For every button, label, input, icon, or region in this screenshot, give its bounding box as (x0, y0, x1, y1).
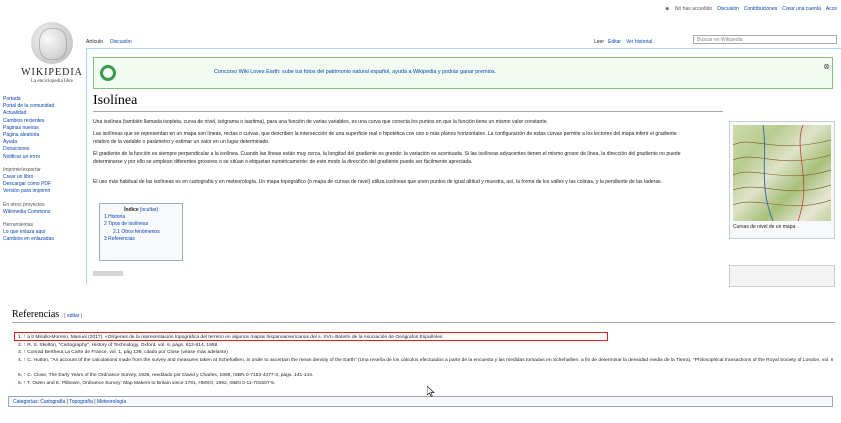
tab-discusion[interactable]: Discusión (110, 39, 132, 45)
image-caption: Curvas de nivel de un mapa (733, 224, 796, 230)
sidebar-heading-print[interactable]: Imprimir/exportar (3, 167, 83, 174)
reference-list: 1. ↑ a b Mirallo-Moreno, Manuel (2017). … (18, 334, 833, 387)
tab-leer[interactable]: Leer (594, 39, 604, 45)
sidebar-item-ayuda[interactable]: Ayuda (3, 139, 83, 146)
reference-item-continued (18, 364, 833, 372)
sidebar: Portada Portal de la comunidad Actualida… (3, 96, 83, 244)
references-heading: Referencias[ editar ] (12, 309, 83, 320)
mouse-cursor-icon (427, 386, 435, 397)
categories-bar: Categorías: Cartografía | Topografía | M… (8, 396, 833, 407)
page-title: Isolínea (93, 93, 138, 108)
paragraph-1: Una isolínea (también llamada isopleta, … (93, 119, 549, 125)
references-divider (12, 322, 835, 323)
site-notice: Concurso Wiki Loves Earth: sube tus foto… (93, 57, 833, 89)
sidebar-item-enlaza[interactable]: Lo que enlaza aquí (3, 229, 83, 236)
toc-toggle[interactable]: [ocultar] (140, 207, 158, 213)
logo-tagline: La enciclopedia libre (30, 79, 74, 84)
search-input[interactable]: Buscar en Wikipedia (693, 35, 837, 44)
sidebar-heading-tools[interactable]: Herramientas (3, 222, 83, 229)
puzzle-globe-icon (31, 22, 73, 64)
highlight-box (14, 332, 608, 341)
create-account-link[interactable]: Crear una cuenta (782, 6, 821, 12)
tab-historial[interactable]: Ver historial (626, 39, 652, 45)
edit-section-link[interactable]: [ editar ] (64, 313, 82, 319)
sidebar-heading-other[interactable]: En otros proyectos (3, 202, 83, 209)
reference-item[interactable]: 5. ↑ C. Close, The Early Years of the Or… (18, 372, 833, 380)
sidebar-item-portada[interactable]: Portada (3, 96, 83, 103)
sidebar-item-paginas-nuevas[interactable]: Páginas nuevas (3, 125, 83, 132)
second-image-thumbnail[interactable] (729, 265, 835, 287)
login-link[interactable]: Acce (826, 6, 837, 12)
toc-title: Índice [ocultar] (124, 207, 158, 213)
toc-item[interactable]: 3 Referencias (100, 236, 182, 243)
sidebar-item-portal[interactable]: Portal de la comunidad (3, 103, 83, 110)
section-heading-placeholder (93, 271, 123, 276)
topographic-map-thumbnail[interactable]: Curvas de nivel de un mapa (729, 121, 835, 239)
reference-item[interactable]: 6. ↑ T. Owen and E. Pilbeam, Ordnance Su… (18, 380, 833, 388)
sidebar-item-donaciones[interactable]: Donaciones (3, 146, 83, 153)
notice-text[interactable]: Concurso Wiki Loves Earth: sube tus foto… (214, 69, 496, 75)
wikipedia-logo[interactable]: WIKIPEDIA La enciclopedia libre (14, 22, 90, 84)
wiki-loves-earth-icon (100, 65, 116, 81)
not-logged-text: No has accedido (674, 6, 713, 12)
reference-item[interactable]: 2. ↑ R. S. Skelton, "Cartography", Histo… (18, 342, 833, 350)
title-divider (93, 111, 723, 112)
paragraph-2: Las isolíneas que se representan en un m… (93, 131, 677, 145)
sidebar-item-imprimir[interactable]: Versión para imprimir (3, 188, 83, 195)
categories-label[interactable]: Categorías (13, 399, 37, 405)
toc-item[interactable]: 2 Tipos de isolíneas (100, 221, 182, 228)
table-of-contents: Índice [ocultar] 1 Historia 2 Tipos de i… (99, 203, 183, 261)
category-link[interactable]: Cartografía (40, 399, 65, 405)
sidebar-item-aleatoria[interactable]: Página aleatoria (3, 132, 83, 139)
tab-editar[interactable]: Editar (608, 39, 621, 45)
sidebar-item-cambios-enlazadas[interactable]: Cambios en enlazadas (3, 236, 83, 243)
user-icon: ☻ (664, 6, 670, 12)
contributions-link[interactable]: Contribuciones (744, 6, 777, 12)
sidebar-item-crear-libro[interactable]: Crear un libro (3, 174, 83, 181)
sidebar-item-notificar[interactable]: Notificar un error (3, 154, 83, 161)
paragraph-4: El uso más habitual de las isolíneas es … (93, 179, 663, 185)
content-area: Concurso Wiki Loves Earth: sube tus foto… (86, 49, 841, 287)
category-link[interactable]: Meteorología (97, 399, 126, 405)
topographic-map-image[interactable] (733, 125, 831, 221)
logo-wordmark: WIKIPEDIA (21, 67, 83, 78)
personal-tools: ☻ No has accedido Discusión Contribucion… (665, 6, 837, 12)
contour-lines-graphic (733, 125, 831, 221)
sidebar-item-commons[interactable]: Wikimedia Commons (3, 209, 83, 216)
toc-item[interactable]: 2.1 Otros fenómenos (100, 229, 182, 236)
reference-item[interactable]: 4. ↑ C. Hutton, "An account of the calcu… (18, 357, 833, 365)
paragraph-3: El gradiente de la función es siempre pe… (93, 151, 681, 165)
toc-item[interactable]: 1 Historia (100, 214, 182, 221)
tab-articulo[interactable]: Artículo (86, 39, 103, 45)
sidebar-item-pdf[interactable]: Descargar como PDF (3, 181, 83, 188)
sidebar-item-cambios[interactable]: Cambios recientes (3, 118, 83, 125)
close-icon[interactable]: ⊗ (823, 62, 830, 71)
talk-link[interactable]: Discusión (717, 6, 739, 12)
reference-item[interactable]: 3. ↑ Conrad Bertheut,La Carte de France,… (18, 349, 833, 357)
sidebar-item-actualidad[interactable]: Actualidad (3, 110, 83, 117)
category-link[interactable]: Topografía (69, 399, 93, 405)
